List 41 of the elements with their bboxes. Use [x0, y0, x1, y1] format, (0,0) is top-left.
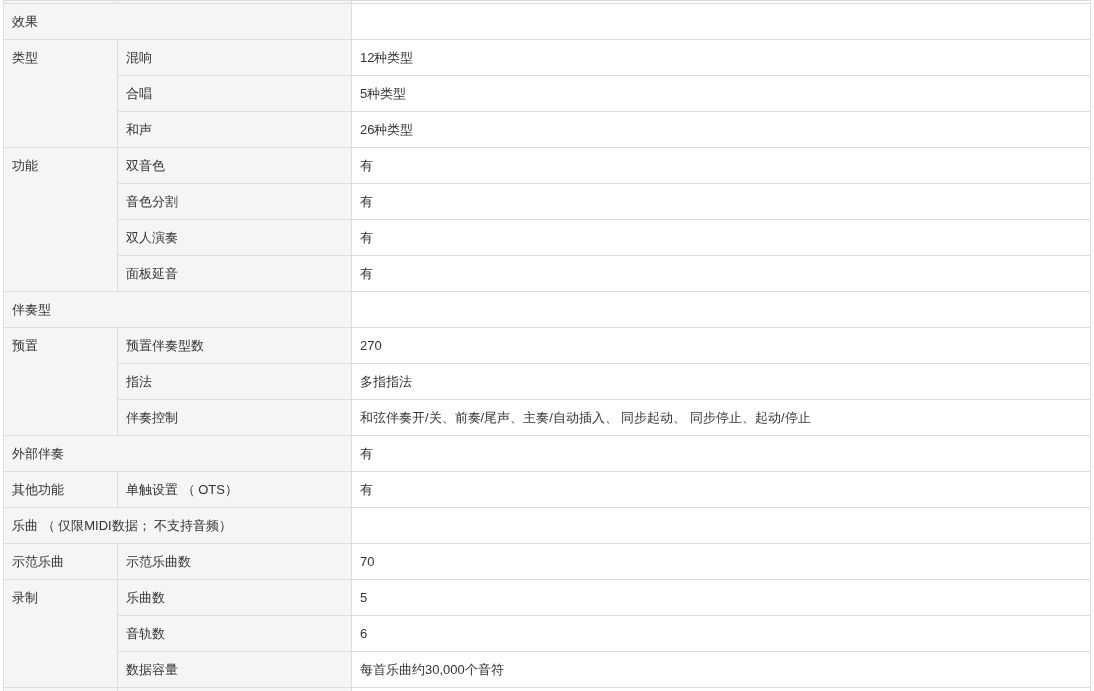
value-cell: 6	[351, 615, 1091, 652]
spec-label: 单触设置 （ OTS）	[117, 471, 352, 508]
value-cell: 70	[351, 543, 1091, 580]
value-cell: 有	[351, 471, 1091, 508]
group-label: 预置	[3, 327, 118, 436]
value-cell: 每首乐曲约30,000个音符	[351, 651, 1091, 688]
value-cell: 和弦伴奏开/关、前奏/尾声、主奏/自动插入、 同步起动、 同步停止、起动/停止	[351, 399, 1091, 436]
group-label: 示范乐曲	[3, 543, 118, 580]
spec-label: 面板延音	[117, 255, 352, 292]
group-label: 功能	[3, 147, 118, 292]
section-label: 外部伴奏	[3, 435, 352, 472]
value-cell: 12种类型	[351, 39, 1091, 76]
spec-label: 合唱	[117, 75, 352, 112]
value-cell: 有	[351, 435, 1091, 472]
section-label: 伴奏型	[3, 291, 352, 328]
spec-label: 伴奏控制	[117, 399, 352, 436]
spec-label: 和声	[117, 111, 352, 148]
value-cell: 有	[351, 255, 1091, 292]
spec-label: 音轨数	[117, 615, 352, 652]
section-label: 乐曲 （ 仅限MIDI数据； 不支持音频）	[3, 507, 352, 544]
value-cell: 多指指法	[351, 363, 1091, 400]
spec-label: 乐曲数	[117, 579, 352, 616]
value-cell: 有	[351, 147, 1091, 184]
value-cell: 270	[351, 327, 1091, 364]
spec-label: 双人演奏	[117, 219, 352, 256]
value-cell: 有	[351, 183, 1091, 220]
spec-label: 混响	[117, 39, 352, 76]
value-cell: 5种类型	[351, 75, 1091, 112]
group-label: 其他功能	[3, 471, 118, 508]
value-cell: 5	[351, 579, 1091, 616]
spec-label: 预置伴奏型数	[117, 327, 352, 364]
spec-label: 音色分割	[117, 183, 352, 220]
group-label: 录制	[3, 579, 118, 688]
value-cell: 有	[351, 219, 1091, 256]
spec-label: 数据容量	[117, 651, 352, 688]
spec-label: 指法	[117, 363, 352, 400]
group-label: 类型	[3, 39, 118, 148]
value-cell: 26种类型	[351, 111, 1091, 148]
spec-label: 双音色	[117, 147, 352, 184]
spec-label: 示范乐曲数	[117, 543, 352, 580]
section-label: 效果	[3, 3, 352, 40]
